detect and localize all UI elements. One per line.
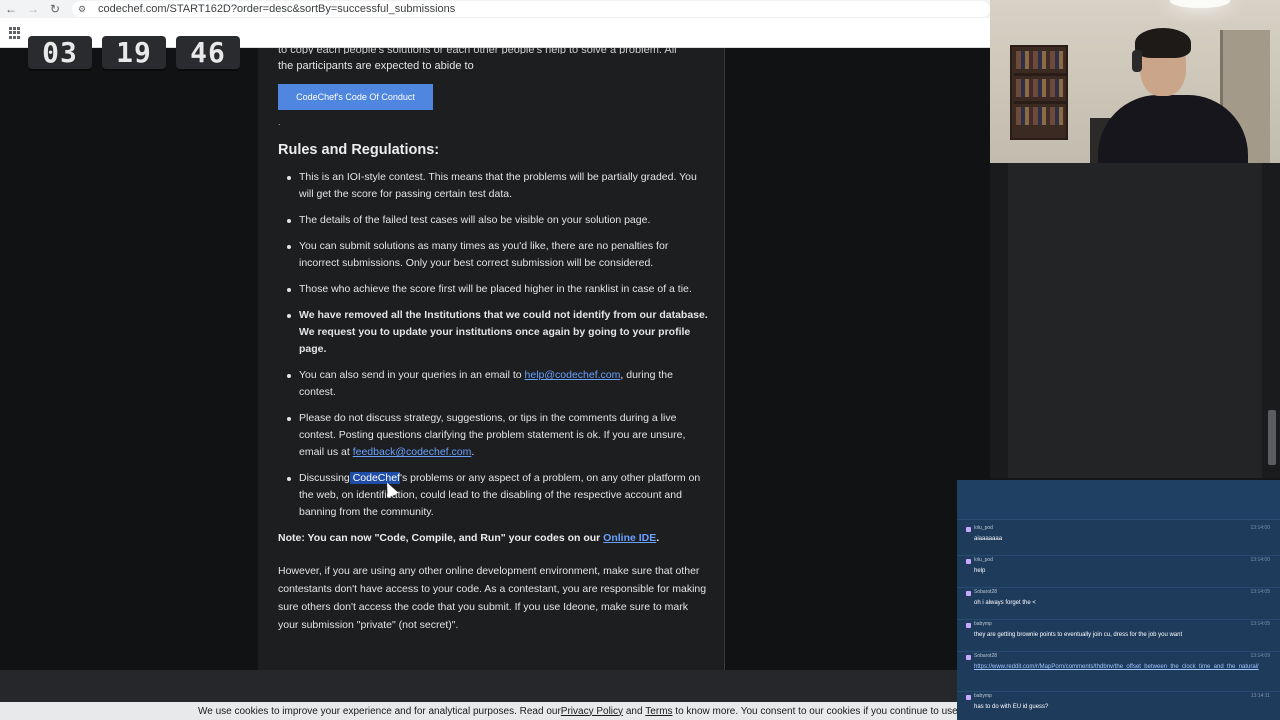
code-of-conduct-button[interactable]: CodeChef's Code Of Conduct: [278, 84, 433, 110]
chat-username: lolu_pod: [974, 525, 993, 531]
timer-minutes: 19: [102, 36, 166, 69]
chat-message: Sobarot28 13:14:05 oh i always forget th…: [957, 588, 1280, 620]
note-text: Note: You can now "Code, Compile, and Ru…: [278, 530, 710, 547]
site-footer: [0, 670, 990, 702]
page-content: to copy each people's solutions or each …: [0, 48, 990, 670]
cookie-text: We use cookies to improve your experienc…: [198, 705, 561, 717]
article-body: to copy each people's solutions or each …: [278, 48, 710, 634]
screen: to copy each people's solutions or each …: [0, 0, 1280, 720]
badge-icon: [966, 623, 971, 628]
rules-heading: Rules and Regulations:: [278, 142, 440, 158]
books: [1016, 79, 1064, 97]
cookie-banner: We use cookies to improve your experienc…: [0, 702, 990, 720]
chat-message: babymp 13:14:11 has to do with EU id gue…: [957, 692, 1280, 720]
right-sidebar: [990, 163, 1280, 478]
site-settings-icon[interactable]: ⚙: [78, 4, 90, 15]
countdown-timer: 03 19 46: [28, 36, 240, 69]
bookshelf: [1010, 45, 1068, 140]
rule-item: We have removed all the Institutions tha…: [278, 307, 710, 358]
cookie-text: and: [623, 705, 646, 717]
chat-username: babymp: [974, 621, 992, 627]
webcam-feed: [990, 0, 1280, 163]
help-email-link[interactable]: help@codechef.com: [525, 369, 621, 381]
chat-username: babymp: [974, 693, 992, 699]
chat-time: 13:14:00: [1250, 525, 1270, 531]
note-end: .: [656, 532, 660, 544]
online-ide-link[interactable]: Online IDE: [603, 532, 656, 544]
reload-icon[interactable]: ↻: [44, 0, 66, 18]
badge-icon: [966, 655, 971, 660]
rule-item: Discussing CodeChef's problems or any as…: [278, 470, 710, 521]
back-arrow-icon[interactable]: ←: [0, 0, 22, 18]
chat-text: oh i always forget the <: [974, 600, 1036, 606]
forward-arrow-icon[interactable]: →: [22, 0, 44, 18]
badge-icon: [966, 591, 971, 596]
cookie-text: to know more. You consent to our cookies…: [672, 705, 990, 717]
chat-text: has to do with EU id guess?: [974, 704, 1049, 710]
chat-time: 13:14:00: [1250, 557, 1270, 563]
intro-text: the participants are expected to abide t…: [278, 60, 474, 72]
chat-text: aiaaaaaaa: [974, 536, 1003, 542]
chat-text: they are getting brownie points to event…: [974, 632, 1183, 638]
chat-username: lolu_pod: [974, 557, 993, 563]
badge-icon: [966, 559, 971, 564]
rule-text: The details of the failed test cases wil…: [299, 214, 651, 226]
rule-item: You can also send in your queries in an …: [278, 367, 710, 401]
terms-link[interactable]: Terms: [645, 706, 672, 717]
chat-text: help: [974, 568, 986, 574]
person-hair: [1135, 28, 1191, 58]
chat-username: Sobarot28: [974, 589, 998, 595]
timer-seconds: 46: [176, 36, 240, 69]
rule-text: .: [471, 446, 475, 458]
chat-time: 13:14:05: [1250, 589, 1270, 595]
rule-item: You can submit solutions as many times a…: [278, 238, 710, 272]
apps-grid-icon[interactable]: [9, 27, 21, 39]
rule-item: This is an IOI-style contest. This means…: [278, 169, 710, 203]
dot-text: .: [278, 117, 281, 127]
cut-off-text: to copy each people's solutions or each …: [278, 48, 677, 54]
badge-icon: [966, 527, 971, 532]
badge-icon: [966, 695, 971, 700]
shelf-board: [1014, 73, 1066, 76]
chat-username: Sobarot28: [974, 653, 998, 659]
chat-message: babymp 13:14:05 they are getting brownie…: [957, 620, 1280, 652]
rule-item: Please do not discuss strategy, suggesti…: [278, 410, 710, 461]
sidebar-panel: [1008, 163, 1262, 478]
ide-paragraph: However, if you are using any other onli…: [278, 565, 707, 631]
rule-text: You can submit solutions as many times a…: [299, 240, 669, 269]
address-bar[interactable]: ⚙ codechef.com/START162D?order=desc&sort…: [72, 1, 990, 17]
contest-rules-panel: to copy each people's solutions or each …: [258, 48, 725, 670]
note-label: Note: You can now "Code, Compile, and Ru…: [278, 532, 604, 544]
rule-text: You can also send in your queries in an …: [299, 369, 525, 381]
rule-item: The details of the failed test cases wil…: [278, 212, 710, 229]
chat-header: [957, 480, 1280, 520]
chat-message: Sobarot28 13:14:09 https://www.reddit.co…: [957, 652, 1280, 692]
browser-toolbar: ← → ↻ ⚙ codechef.com/START162D?order=des…: [0, 0, 990, 18]
scrollbar-thumb[interactable]: [1268, 410, 1276, 465]
books: [1016, 51, 1064, 69]
rule-text: We have removed all the Institutions tha…: [299, 309, 708, 355]
privacy-policy-link[interactable]: Privacy Policy: [561, 706, 623, 717]
rules-list: This is an IOI-style contest. This means…: [278, 169, 710, 521]
timer-hours: 03: [28, 36, 92, 69]
rule-text: Those who achieve the score first will b…: [299, 283, 692, 295]
chat-time: 13:14:05: [1250, 621, 1270, 627]
shelf-board: [1014, 101, 1066, 104]
headphones: [1132, 50, 1142, 72]
chat-link[interactable]: https://www.reddit.com/r/MapPorn/comment…: [974, 663, 1274, 672]
feedback-email-link[interactable]: feedback@codechef.com: [353, 446, 472, 458]
rule-text: This is an IOI-style contest. This means…: [299, 171, 697, 200]
chat-time: 13:14:11: [1250, 693, 1270, 699]
chat-message: lolu_pod 13:14:00 help: [957, 556, 1280, 588]
chat-message: lolu_pod 13:14:00 aiaaaaaaa: [957, 524, 1280, 556]
stream-chat: lolu_pod 13:14:00 aiaaaaaaa lolu_pod 13:…: [957, 480, 1280, 720]
url-text: codechef.com/START162D?order=desc&sortBy…: [98, 3, 456, 15]
rule-item: Those who achieve the score first will b…: [278, 281, 710, 298]
chat-time: 13:14:09: [1250, 653, 1270, 659]
books: [1016, 107, 1064, 125]
chat-messages: lolu_pod 13:14:00 aiaaaaaaa lolu_pod 13:…: [957, 524, 1280, 720]
rule-text: Discussing: [299, 472, 350, 484]
